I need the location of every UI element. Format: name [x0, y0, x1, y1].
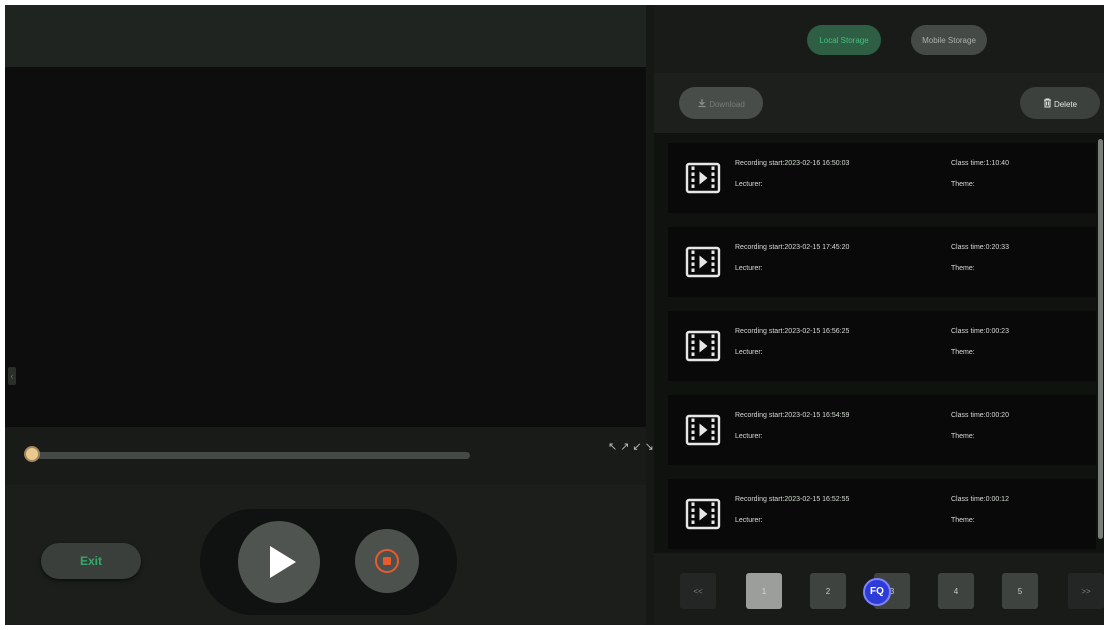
trash-icon: [1043, 98, 1051, 107]
recording-class-time: Class time:0:00:12: [951, 496, 1009, 503]
player-top-bar: [5, 5, 646, 67]
fq-floating-badge[interactable]: FQ: [863, 578, 891, 606]
app-window: ‹ ↖↗↙↘ Exit Local Storage Mobile Storage…: [5, 5, 1104, 625]
recording-start: Recording start:2023-02-15 16:56:25: [735, 328, 850, 335]
player-pane: ‹ ↖↗↙↘ Exit: [5, 5, 654, 625]
recording-item[interactable]: Recording start:2023-02-15 16:52:55 Lect…: [668, 479, 1096, 549]
delete-button[interactable]: Delete: [1020, 87, 1100, 119]
delete-label: Delete: [1053, 99, 1078, 109]
recording-lecturer: Lecturer:: [735, 181, 763, 188]
download-label: Download: [709, 99, 745, 109]
stop-record-button[interactable]: [355, 529, 419, 593]
progress-track[interactable]: [27, 452, 470, 459]
recording-theme: Theme:: [951, 265, 975, 272]
recording-class-time: Class time:0:00:23: [951, 328, 1009, 335]
tab-mobile-storage[interactable]: Mobile Storage: [911, 25, 987, 55]
recordings-list: Recording start:2023-02-16 16:50:03 Lect…: [654, 133, 1104, 553]
video-file-icon: [685, 246, 721, 278]
next-page-button[interactable]: >>: [1068, 573, 1104, 609]
media-control-group: [200, 509, 457, 615]
storage-pane: Local Storage Mobile Storage Download De…: [654, 5, 1104, 625]
recording-lecturer: Lecturer:: [735, 349, 763, 356]
recording-theme: Theme:: [951, 349, 975, 356]
recording-class-time: Class time:0:00:20: [951, 412, 1009, 419]
video-file-icon: [685, 498, 721, 530]
player-controls: Exit: [5, 485, 646, 625]
video-file-icon: [685, 414, 721, 446]
list-scrollbar[interactable]: [1098, 139, 1103, 539]
recording-item[interactable]: Recording start:2023-02-16 16:50:03 Lect…: [668, 143, 1096, 213]
prev-page-button[interactable]: <<: [680, 573, 716, 609]
play-icon: [270, 546, 296, 578]
storage-toolbar: Download Delete: [654, 73, 1104, 133]
recording-item[interactable]: Recording start:2023-02-15 17:45:20 Lect…: [668, 227, 1096, 297]
pagination: << 1 2 3 4 5 >> FQ: [654, 553, 1104, 625]
download-icon: [698, 98, 706, 107]
page-1-button[interactable]: 1: [746, 573, 782, 609]
recording-start: Recording start:2023-02-15 16:54:59: [735, 412, 850, 419]
tab-local-storage[interactable]: Local Storage: [807, 25, 881, 55]
page-4-button[interactable]: 4: [938, 573, 974, 609]
recording-lecturer: Lecturer:: [735, 433, 763, 440]
video-viewport[interactable]: ‹: [5, 67, 646, 427]
recording-class-time: Class time:1:10:40: [951, 160, 1009, 167]
page-5-button[interactable]: 5: [1002, 573, 1038, 609]
play-button[interactable]: [238, 521, 320, 603]
progress-area: ↖↗↙↘: [5, 427, 654, 485]
recording-start: Recording start:2023-02-16 16:50:03: [735, 160, 850, 167]
recording-item[interactable]: Recording start:2023-02-15 16:54:59 Lect…: [668, 395, 1096, 465]
recording-theme: Theme:: [951, 181, 975, 188]
exit-button[interactable]: Exit: [41, 543, 141, 579]
page-2-button[interactable]: 2: [810, 573, 846, 609]
progress-thumb[interactable]: [24, 446, 40, 462]
fullscreen-glyph: ↖↗↙↘: [608, 441, 657, 453]
storage-tabs-bar: Local Storage Mobile Storage: [654, 5, 1104, 73]
stop-square: [383, 557, 391, 565]
recording-theme: Theme:: [951, 433, 975, 440]
recording-lecturer: Lecturer:: [735, 265, 763, 272]
recording-item[interactable]: Recording start:2023-02-15 16:56:25 Lect…: [668, 311, 1096, 381]
stop-icon: [375, 549, 399, 573]
side-collapse-handle[interactable]: ‹: [8, 367, 16, 385]
recording-start: Recording start:2023-02-15 16:52:55: [735, 496, 850, 503]
video-file-icon: [685, 162, 721, 194]
recording-class-time: Class time:0:20:33: [951, 244, 1009, 251]
recording-lecturer: Lecturer:: [735, 517, 763, 524]
video-file-icon: [685, 330, 721, 362]
recording-start: Recording start:2023-02-15 17:45:20: [735, 244, 850, 251]
recording-theme: Theme:: [951, 517, 975, 524]
fullscreen-icon[interactable]: ↖↗↙↘: [608, 441, 654, 469]
download-button[interactable]: Download: [679, 87, 763, 119]
